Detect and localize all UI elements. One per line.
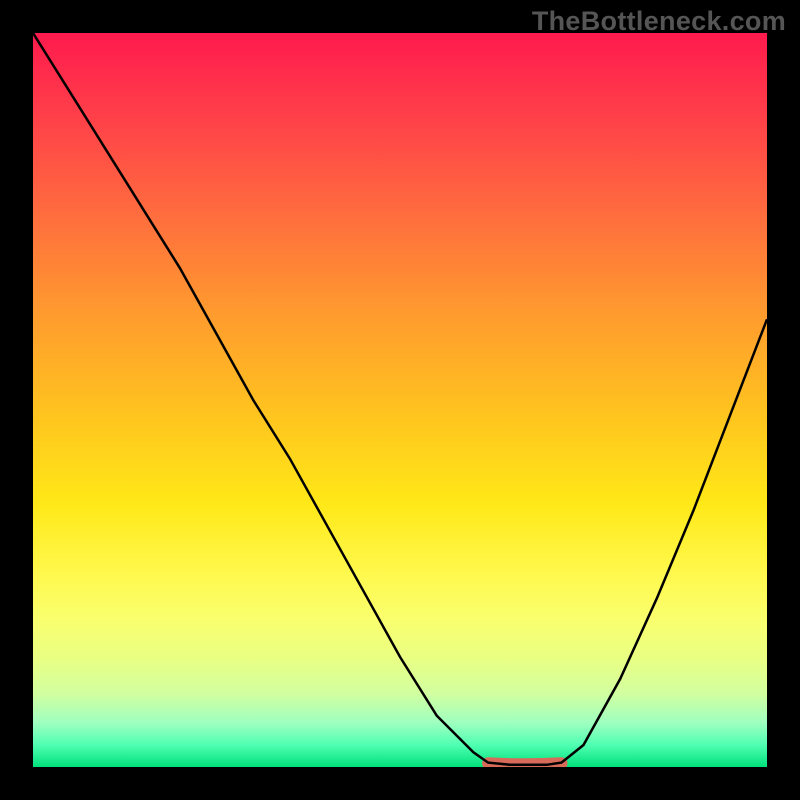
chart-frame: TheBottleneck.com <box>0 0 800 800</box>
bottleneck-curve-line <box>33 33 767 765</box>
watermark-text: TheBottleneck.com <box>532 6 786 37</box>
plot-area <box>33 33 767 767</box>
chart-svg <box>33 33 767 767</box>
